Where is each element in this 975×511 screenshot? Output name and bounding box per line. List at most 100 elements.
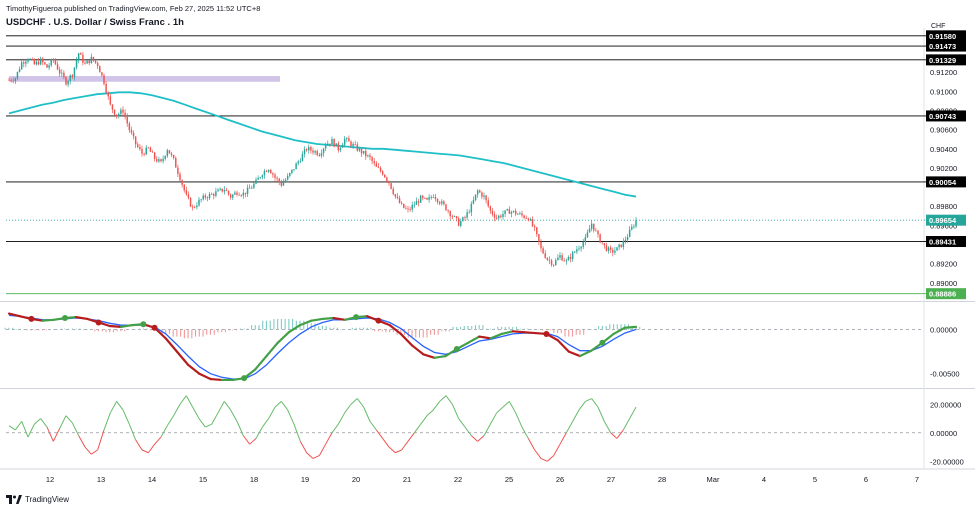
osc-line-segment <box>572 409 580 422</box>
macd-histogram-bar <box>239 328 241 330</box>
macd-histogram-bar <box>112 329 114 333</box>
candle-body <box>305 149 308 151</box>
macd-histogram-bar <box>64 328 66 330</box>
macd-histogram-bar <box>482 325 484 330</box>
candle-body <box>52 59 55 61</box>
candle-body <box>595 230 597 232</box>
macd-line-segment <box>612 326 626 336</box>
footer-brand: TradingView <box>25 495 70 504</box>
osc-line-segment <box>496 406 504 414</box>
macd-line-segment <box>198 372 212 381</box>
macd-histogram-bar <box>195 329 197 337</box>
macd-histogram-bar <box>594 329 596 331</box>
candle-body <box>327 143 329 146</box>
candle-body <box>331 138 333 145</box>
macd-histogram-bar <box>467 325 469 330</box>
candle-body <box>550 260 553 265</box>
ma-layer <box>8 91 637 198</box>
candle-body <box>369 155 371 158</box>
osc-line-segment <box>198 418 206 428</box>
macd-histogram-bar <box>392 329 394 333</box>
candle-body <box>546 257 549 260</box>
osc-line-segment <box>211 412 219 425</box>
osc-line-segment <box>274 401 282 408</box>
level-tag-label: 0.88886 <box>929 290 956 299</box>
macd-histogram-bar <box>639 326 641 330</box>
macd-histogram-bar <box>359 327 361 330</box>
candle-body <box>42 58 44 63</box>
osc-line-segment <box>255 426 263 439</box>
macd-histogram-bar <box>209 329 212 335</box>
candle-body <box>605 245 608 251</box>
osc-line-segment <box>616 429 624 439</box>
candle-body <box>603 243 606 246</box>
date-tick-label: 13 <box>97 475 105 484</box>
macd-histogram-bar <box>49 329 51 331</box>
macd-histogram-bar <box>97 329 100 332</box>
macd-histogram-bar <box>351 327 353 330</box>
candle-body <box>63 72 65 78</box>
osc-line-segment <box>287 409 295 425</box>
macd-cross-dot <box>543 330 550 337</box>
candle-body <box>567 256 570 261</box>
price-tick-label: 0.89000 <box>930 279 957 288</box>
osc-line-segment <box>527 438 536 451</box>
macd-histogram-bar <box>288 318 290 330</box>
macd-histogram-bar <box>41 329 44 331</box>
candle-body <box>356 144 359 151</box>
macd-line-segment <box>578 349 593 358</box>
candle-body <box>137 144 139 147</box>
macd-histogram-bar <box>504 326 506 330</box>
candle-body <box>582 242 584 247</box>
chart-canvas[interactable]: 0.912000.910000.908000.906000.904000.902… <box>0 0 975 511</box>
osc-line-segment <box>629 406 637 419</box>
candle-body <box>183 184 185 191</box>
candle-body <box>54 59 57 65</box>
candle-body <box>134 136 137 145</box>
candle-body <box>162 158 164 162</box>
candle-body <box>593 223 595 231</box>
candle-body <box>424 197 426 199</box>
osc-line-segment <box>610 432 618 439</box>
candle-body <box>479 190 481 193</box>
macd-histogram-bar <box>60 328 62 330</box>
macd-cross-dot <box>61 315 68 322</box>
candle-body <box>240 195 242 197</box>
macd-histogram-bar <box>609 324 611 330</box>
candle-body <box>612 249 614 253</box>
macd-histogram-bar <box>250 325 253 330</box>
candle-body <box>274 174 276 178</box>
candle-body <box>616 247 618 251</box>
candle-body <box>487 200 489 207</box>
osc-line-segment <box>14 421 23 431</box>
osc-line-segment <box>585 398 592 402</box>
candle-body <box>8 79 10 81</box>
osc-line-segment <box>559 432 567 445</box>
macd-histogram-bar <box>183 329 185 339</box>
candle-body <box>557 257 559 261</box>
candle-body <box>483 195 485 197</box>
osc-line-segment <box>103 412 111 431</box>
osc-line-segment <box>451 404 460 419</box>
macd-histogram-bar <box>355 327 357 330</box>
osc-line-segment <box>65 415 73 424</box>
candle-body <box>158 159 160 162</box>
osc-line-segment <box>280 401 289 411</box>
macd-histogram-bar <box>150 329 152 331</box>
macd-histogram-bar <box>90 329 92 331</box>
macd-histogram-bar <box>243 328 245 330</box>
candle-body <box>521 213 523 216</box>
osc-line-segment <box>369 421 377 431</box>
osc-line-segment <box>160 425 168 438</box>
osc-line-segment <box>325 432 333 445</box>
candle-body <box>14 78 17 82</box>
macd-line-segment <box>276 331 291 344</box>
candle-body <box>156 158 158 162</box>
osc-line-segment <box>363 406 371 422</box>
macd-histogram-bar <box>292 318 294 330</box>
candle-body <box>37 61 40 65</box>
osc-line-segment <box>299 441 308 453</box>
candle-body <box>514 210 517 215</box>
macd-histogram-bar <box>213 329 215 335</box>
candle-body <box>301 153 304 162</box>
